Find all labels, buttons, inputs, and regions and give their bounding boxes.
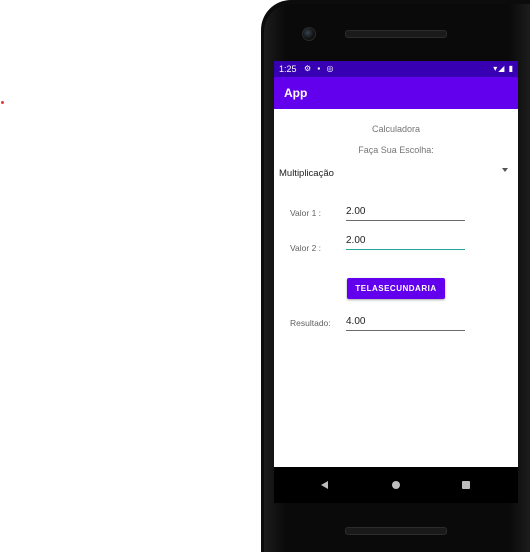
back-icon[interactable] (321, 481, 328, 489)
value2-input[interactable]: 2.00 (346, 233, 465, 250)
value2-label: Valor 2 : (290, 243, 322, 253)
navigation-bar (274, 467, 518, 503)
front-camera-icon (302, 27, 316, 41)
bottom-speaker (345, 527, 447, 535)
value1-label: Valor 1 : (290, 208, 322, 218)
recents-icon[interactable] (462, 481, 470, 489)
app-title: App (284, 86, 308, 100)
heading-calculadora: Calculadora (371, 124, 421, 134)
operation-spinner[interactable]: Multiplicação (274, 163, 518, 183)
dropdown-arrow-icon[interactable] (502, 168, 508, 172)
value2-text: 2.00 (346, 235, 366, 246)
result-text: 4.00 (346, 316, 366, 327)
main-content: Calculadora Faça Sua Escolha: Multiplica… (274, 109, 518, 467)
operation-selected: Multiplicação (279, 168, 334, 179)
device-screen: 1:25 ⚙ ▪ ◎ ▾◢ ▮ App Calculadora Faça Sua… (274, 61, 518, 503)
value1-text: 2.00 (346, 206, 366, 217)
signal-battery-icon: ▾◢ ▮ (493, 64, 514, 73)
tela-secundaria-button[interactable]: TELASECUNDARIA (347, 278, 445, 299)
home-icon[interactable] (392, 481, 400, 489)
status-time: 1:25 (279, 64, 297, 74)
notification-icons: ⚙ ▪ ◎ (304, 64, 336, 73)
value1-input[interactable]: 2.00 (346, 204, 465, 221)
status-bar: 1:25 ⚙ ▪ ◎ ▾◢ ▮ (274, 61, 518, 77)
app-bar: App (274, 77, 518, 109)
result-field[interactable]: 4.00 (346, 314, 465, 331)
top-speaker (345, 30, 447, 38)
marker-dot (1, 101, 4, 104)
result-label: Resultado: (290, 318, 331, 328)
choice-prompt: Faça Sua Escolha: (358, 145, 434, 155)
